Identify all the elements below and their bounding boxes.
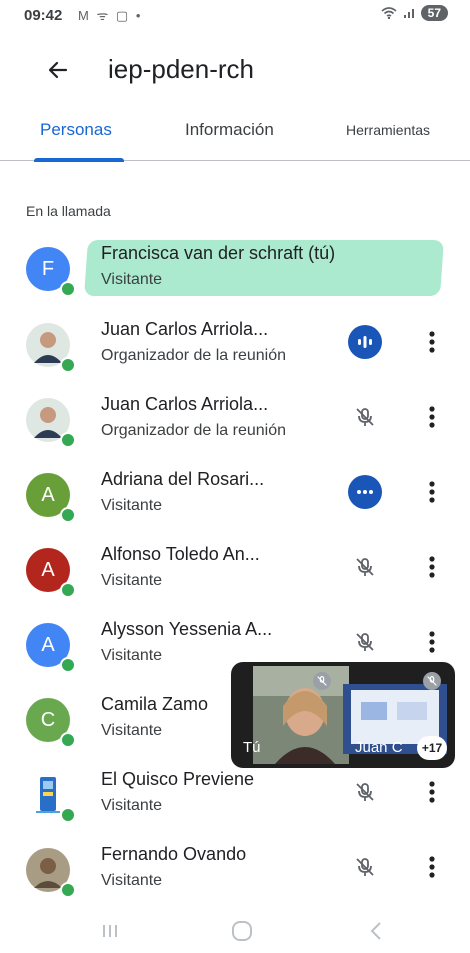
participant-name: Adriana del Rosari... <box>101 469 265 489</box>
status-time: 09:42 <box>24 7 63 24</box>
presence-dot <box>60 507 76 523</box>
presence-dot <box>60 882 76 898</box>
presence-dot <box>60 657 76 673</box>
section-title: En la llamada <box>26 203 111 219</box>
recent-apps-icon <box>103 925 117 937</box>
presence-dot <box>60 432 76 448</box>
muted-indicator <box>348 775 382 809</box>
participant-row[interactable]: El Quisco Previene Visitante <box>0 761 470 835</box>
participant-role: Visitante <box>101 497 163 514</box>
audio-level-icon <box>358 336 372 348</box>
speaking-indicator <box>348 325 382 359</box>
participant-row[interactable]: Fernando Ovando Visitante <box>0 836 470 910</box>
self-video-tile <box>253 666 349 764</box>
participant-row[interactable]: Juan Carlos Arriola... Organizador de la… <box>0 386 470 460</box>
mic-off-icon <box>356 408 374 426</box>
audio-dots-icon <box>357 490 373 494</box>
presence-dot <box>60 732 76 748</box>
presenter-tile-label: Juan C <box>355 739 403 756</box>
status-bar: 09:42 M ᯤ ▢ • 57 <box>0 0 470 36</box>
participant-name: Juan Carlos Arriola... <box>101 394 269 414</box>
participant-name: Francisca van der schraft (tú) <box>101 243 336 263</box>
tab-herramientas[interactable]: Herramientas <box>346 122 430 138</box>
participant-name: El Quisco Previene <box>101 769 255 789</box>
battery-indicator: 57 <box>420 5 448 21</box>
self-video-thumbnail <box>253 666 349 764</box>
home-icon <box>232 921 252 941</box>
arrow-left-icon <box>48 61 68 79</box>
more-options-button[interactable] <box>418 475 446 509</box>
presence-dot <box>60 357 76 373</box>
more-options-button[interactable] <box>418 625 446 659</box>
more-vert-icon <box>429 856 435 878</box>
tab-personas[interactable]: Personas <box>40 120 112 140</box>
self-tile-label: Tú <box>243 739 261 756</box>
participant-name: Alfonso Toledo An... <box>101 544 260 564</box>
mic-off-icon <box>356 858 374 876</box>
participant-row[interactable]: Juan Carlos Arriola... Organizador de la… <box>0 311 470 385</box>
participant-row[interactable]: A Alfonso Toledo An... Visitante <box>0 536 470 610</box>
wifi-icon <box>381 7 397 19</box>
mic-off-icon <box>317 676 327 686</box>
more-vert-icon <box>429 331 435 353</box>
mic-off-icon <box>356 558 374 576</box>
signal-icon <box>403 9 414 18</box>
participant-role: Visitante <box>101 722 163 739</box>
more-options-button[interactable] <box>418 775 446 809</box>
home-button[interactable] <box>222 916 262 946</box>
participant-row[interactable]: A Adriana del Rosari... Visitante <box>0 461 470 535</box>
participant-row[interactable]: F Francisca van der schraft (tú) Visitan… <box>0 235 470 309</box>
participant-name: Alysson Yessenia A... <box>101 619 273 639</box>
participant-role: Visitante <box>101 271 163 288</box>
mic-off-icon <box>356 633 374 651</box>
more-options-button[interactable] <box>418 325 446 359</box>
more-vert-icon <box>429 406 435 428</box>
participant-name: Fernando Ovando <box>101 844 247 864</box>
chevron-left-icon <box>370 922 381 940</box>
app-bar: iep-pden-rch <box>0 40 470 100</box>
muted-indicator <box>348 625 382 659</box>
participant-role: Visitante <box>101 572 163 589</box>
more-options-button[interactable] <box>418 550 446 584</box>
participant-role: Organizador de la reunión <box>101 347 287 364</box>
back-button[interactable] <box>38 50 78 90</box>
pip-call-preview[interactable]: Tú Juan C +17 <box>231 662 455 768</box>
more-vert-icon <box>429 481 435 503</box>
more-vert-icon <box>429 781 435 803</box>
system-back-button[interactable] <box>356 916 396 946</box>
tab-informacion[interactable]: Información <box>185 120 274 140</box>
recent-apps-button[interactable] <box>90 916 130 946</box>
more-options-button[interactable] <box>418 400 446 434</box>
system-nav-bar <box>0 906 470 953</box>
participant-name: Camila Zamo <box>101 694 209 714</box>
participant-role: Organizador de la reunión <box>101 422 287 439</box>
presenter-muted-chip <box>423 672 441 690</box>
mic-off-icon <box>356 783 374 801</box>
active-tab-indicator <box>34 158 124 162</box>
presence-dot <box>60 281 76 297</box>
mic-off-icon <box>427 676 437 686</box>
more-options-button[interactable] <box>418 850 446 884</box>
more-vert-icon <box>429 631 435 653</box>
more-vert-icon <box>429 556 435 578</box>
participant-role: Visitante <box>101 647 163 664</box>
participant-name: Juan Carlos Arriola... <box>101 319 269 339</box>
presence-dot <box>60 582 76 598</box>
muted-indicator <box>348 850 382 884</box>
tab-bar: Personas Información Herramientas <box>0 108 470 162</box>
muted-indicator <box>348 400 382 434</box>
self-muted-chip <box>313 672 331 690</box>
muted-indicator <box>348 550 382 584</box>
status-icons-right: 57 <box>381 5 448 21</box>
more-participants-badge: +17 <box>417 736 447 760</box>
participant-role: Visitante <box>101 797 163 814</box>
presence-dot <box>60 807 76 823</box>
status-notification-icons: M ᯤ ▢ • <box>78 8 143 23</box>
audio-active-indicator <box>348 475 382 509</box>
meeting-title: iep-pden-rch <box>108 54 254 84</box>
participant-role: Visitante <box>101 872 163 889</box>
